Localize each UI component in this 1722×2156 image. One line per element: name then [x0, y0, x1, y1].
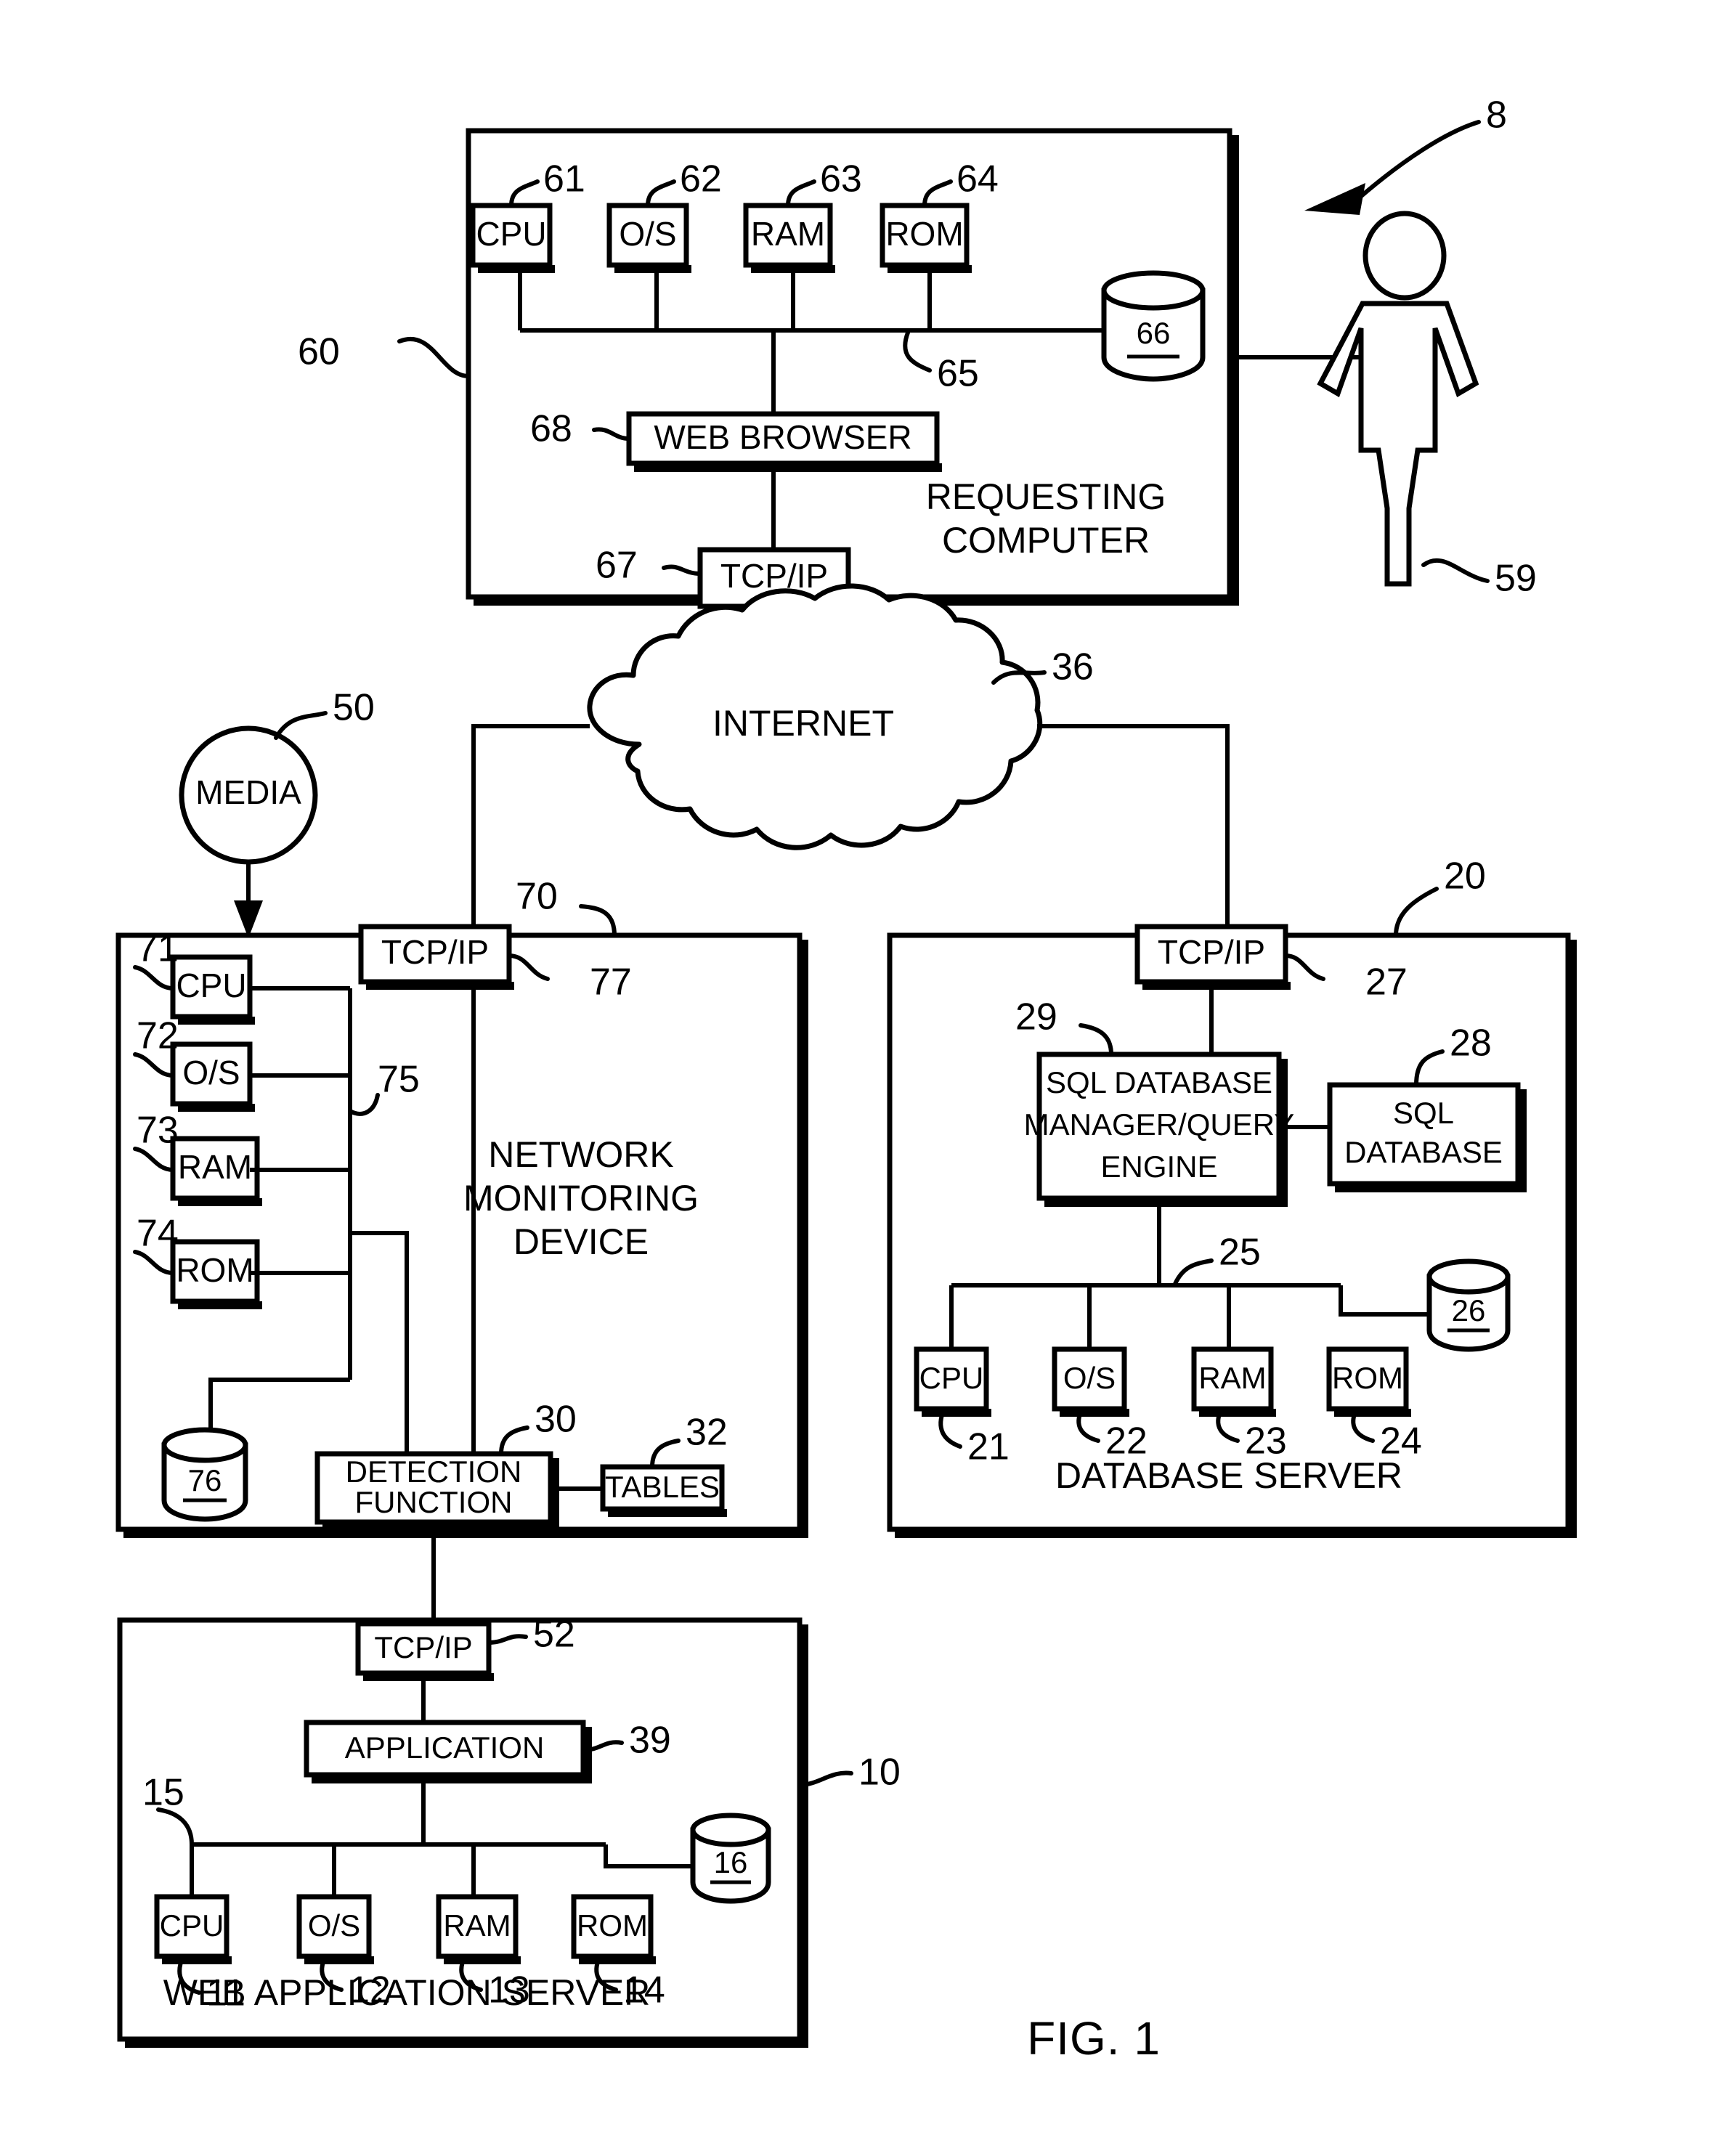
system-ref-8-leader	[1357, 120, 1481, 200]
webappserver-cpu-label: CPU	[160, 1908, 224, 1943]
tables-label: TABLES	[605, 1470, 720, 1504]
cloud-to-dbserver-line	[1037, 724, 1230, 935]
internet-cloud-label: INTERNET	[712, 703, 894, 744]
nmd-tcpip-label: TCP/IP	[381, 933, 489, 971]
dbserver-title: DATABASE SERVER	[1055, 1455, 1402, 1496]
person-body	[1317, 301, 1479, 587]
detection-function-30-ref: 30	[535, 1399, 577, 1441]
rom-64-label: ROM	[885, 215, 963, 253]
nmd-os-72-ref: 72	[137, 1015, 179, 1057]
dbserver-rom-label: ROM	[1332, 1361, 1403, 1395]
system-ref-8-label: 8	[1486, 94, 1507, 137]
webappserver-tcpip-label: TCP/IP	[374, 1630, 472, 1664]
media-50-ref: 50	[333, 687, 375, 729]
media-arrowhead	[234, 900, 263, 938]
tcpip-67-ref: 67	[596, 545, 638, 587]
webappserver-os-label: O/S	[308, 1908, 360, 1943]
webappserver-storage-16-label: 16	[714, 1845, 748, 1879]
sql-manager-29-ref: 29	[1015, 996, 1057, 1038]
nmd-tcpip-77-ref: 77	[590, 961, 632, 1004]
dbserver-20-ref: 20	[1444, 855, 1486, 898]
detection-function-label-line2: FUNCTION	[355, 1485, 513, 1519]
webappserver-10-ref: 10	[858, 1752, 901, 1794]
cpu-61-ref: 61	[543, 158, 585, 200]
dbserver-20-leader	[1394, 887, 1439, 937]
nmd-cpu-71-ref: 71	[137, 928, 179, 970]
nmd-70-leader	[579, 904, 617, 937]
webappserver-title: WEB APPLICATION SERVER	[163, 1972, 651, 2013]
application-39-ref: 39	[629, 1720, 671, 1762]
internet-cloud-group: INTERNET 36	[471, 583, 1230, 935]
webappserver-rom-label: ROM	[577, 1908, 648, 1943]
system-ref-arrow-group: 8	[1304, 94, 1507, 215]
nmd-rom-74-ref: 74	[137, 1213, 179, 1255]
person-head	[1362, 211, 1447, 301]
sql-database-label-line2: DATABASE	[1344, 1135, 1503, 1169]
dbserver-cpu-label: CPU	[919, 1361, 984, 1395]
nmd-ram-73-ref: 73	[137, 1110, 179, 1152]
nmd-cpu-label: CPU	[176, 967, 246, 1004]
os-62-ref: 62	[680, 158, 722, 200]
application-label: APPLICATION	[345, 1730, 545, 1765]
requesting-computer-60-leader	[397, 337, 471, 378]
web-application-server-group: 10 TCP/IP 52 APPLICATION 39 15 CPU 11 O/…	[117, 1614, 901, 2048]
nmd-os-label: O/S	[182, 1054, 240, 1091]
dbserver-bus-25-ref: 25	[1219, 1232, 1261, 1274]
system-ref-8-arrowhead	[1304, 183, 1365, 215]
media-group: MEDIA 50	[179, 687, 375, 938]
nmd-bus-75-ref: 75	[378, 1059, 420, 1101]
ram-63-label: RAM	[751, 215, 825, 253]
requesting-computer-60-ref: 60	[298, 331, 340, 373]
nmd-title-line3: DEVICE	[513, 1221, 649, 1262]
web-browser-68-ref: 68	[530, 408, 572, 450]
patent-figure-1: CPU 61 O/S 62 RAM 63 ROM 64 65 66 WEB BR…	[0, 0, 1722, 2156]
media-label: MEDIA	[195, 773, 301, 811]
sql-database-28-ref: 28	[1450, 1022, 1492, 1065]
user-59-leader	[1421, 558, 1490, 583]
cpu-61-label: CPU	[476, 215, 546, 253]
sql-manager-label-line1: SQL DATABASE	[1046, 1065, 1272, 1099]
user-59-ref: 59	[1495, 558, 1537, 600]
dbserver-tcpip-27-ref: 27	[1365, 961, 1408, 1004]
requesting-computer-title-line2: COMPUTER	[942, 520, 1150, 561]
requesting-computer-group: CPU 61 O/S 62 RAM 63 ROM 64 65 66 WEB BR…	[298, 128, 1239, 609]
nmd-storage-76-label: 76	[188, 1463, 222, 1497]
tcpip-67-label: TCP/IP	[720, 557, 828, 595]
requesting-computer-title-line1: REQUESTING	[926, 476, 1166, 517]
dbserver-tcpip-label: TCP/IP	[1158, 933, 1265, 971]
webappserver-bus-15-ref: 15	[142, 1772, 184, 1814]
ram-63-ref: 63	[820, 158, 862, 200]
storage-66-label: 66	[1137, 316, 1171, 350]
dbserver-storage-26-label: 26	[1452, 1293, 1486, 1327]
database-server-group: 20 TCP/IP 27 SQL DATABASE MANAGER/QUERY …	[887, 855, 1577, 1538]
webappserver-ram-label: RAM	[443, 1908, 511, 1943]
media-50-leader	[274, 711, 328, 740]
tables-32-ref: 32	[686, 1412, 728, 1454]
web-browser-label: WEB BROWSER	[654, 418, 911, 456]
nmd-rom-label: ROM	[176, 1251, 253, 1289]
nmd-title-line1: NETWORK	[488, 1134, 674, 1175]
dbserver-os-label: O/S	[1063, 1361, 1116, 1395]
bus-65-ref: 65	[937, 353, 979, 395]
network-monitoring-device-group: 70 TCP/IP 77 CPU 71 O/S 72 RAM 73 ROM 74	[115, 876, 808, 1620]
nmd-title-line2: MONITORING	[463, 1178, 699, 1219]
nmd-ram-label: RAM	[178, 1148, 252, 1186]
sql-manager-label-line3: ENGINE	[1100, 1150, 1217, 1184]
webappserver-tcpip-52-ref: 52	[533, 1614, 575, 1656]
dbserver-cpu-21-ref: 21	[967, 1426, 1010, 1468]
rom-64-ref: 64	[957, 158, 999, 200]
nmd-70-ref: 70	[516, 876, 558, 918]
figure-caption: FIG. 1	[1027, 2012, 1161, 2065]
sql-manager-label-line2: MANAGER/QUERY	[1024, 1107, 1295, 1142]
internet-36-ref: 36	[1052, 646, 1094, 688]
figure-canvas: CPU 61 O/S 62 RAM 63 ROM 64 65 66 WEB BR…	[115, 94, 1577, 2065]
dbserver-ram-label: RAM	[1198, 1361, 1266, 1395]
detection-function-label-line1: DETECTION	[346, 1455, 522, 1489]
sql-database-label-line1: SQL	[1393, 1096, 1454, 1130]
os-62-label: O/S	[619, 215, 676, 253]
user-person-group: 59	[1235, 211, 1537, 600]
